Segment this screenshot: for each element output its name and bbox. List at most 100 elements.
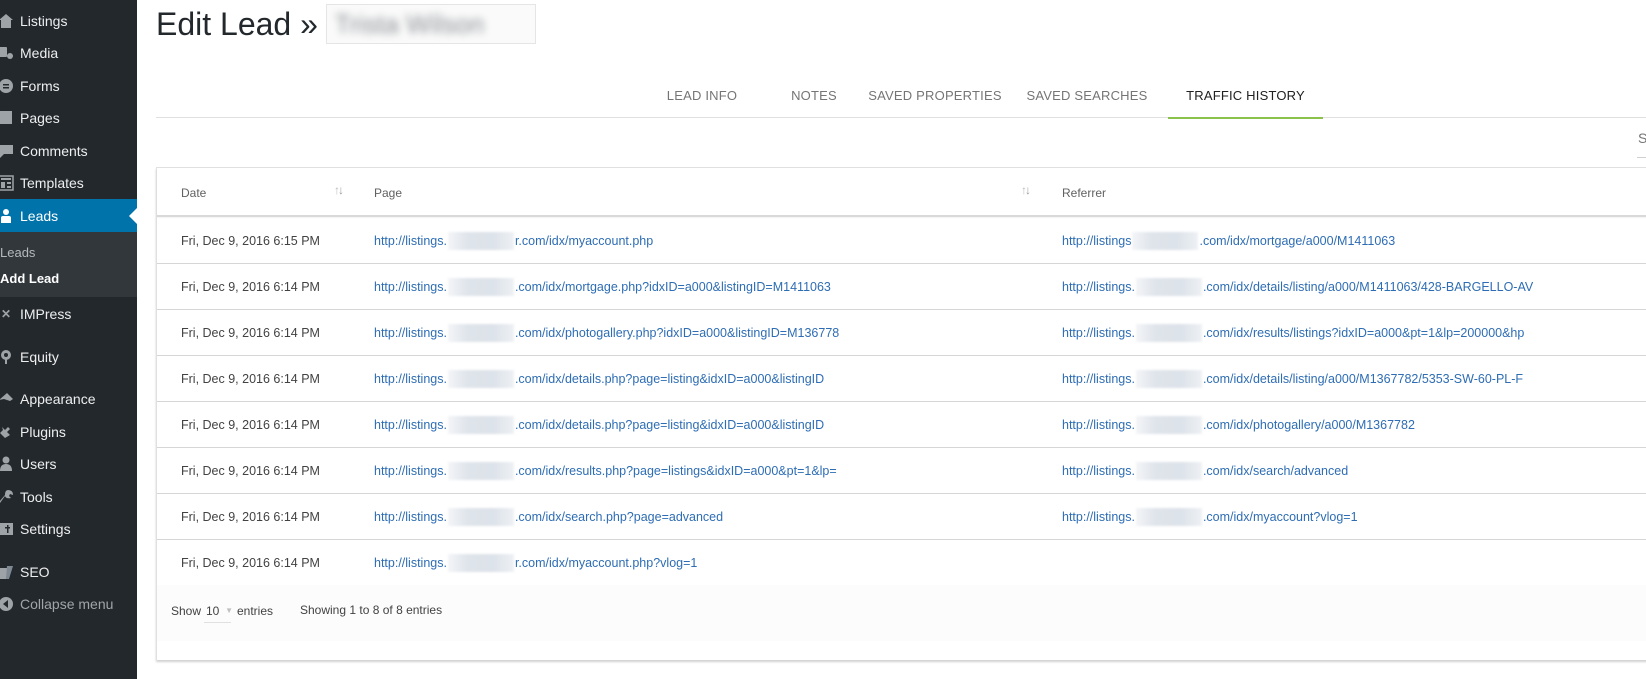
sidebar-item-templates[interactable]: Templates: [0, 166, 137, 200]
redacted-domain: [447, 231, 514, 250]
submenu-item-add-lead[interactable]: Add Lead: [0, 271, 59, 286]
plugins-icon: [0, 422, 16, 442]
sidebar-item-plugins[interactable]: Plugins: [0, 415, 137, 449]
url-prefix: http://listings.: [1062, 279, 1135, 294]
redacted-domain: [447, 323, 514, 342]
sidebar-item-leads[interactable]: Leads: [0, 199, 137, 233]
page-link[interactable]: http://listings. .com/idx/photogallery.ph…: [374, 323, 840, 342]
column-header-page[interactable]: Page: [374, 168, 1024, 217]
sidebar-item-label: Templates: [20, 175, 84, 191]
main-content: Edit Lead » Trista Wilson LEAD INFO NOTE…: [137, 0, 1646, 679]
redacted-domain: [447, 461, 514, 480]
date-cell: Fri, Dec 9, 2016 6:14 PM: [181, 448, 320, 493]
redacted-domain: [1135, 369, 1202, 388]
page-cell: http://listings. .com/idx/results.php?pag…: [374, 448, 837, 493]
sidebar-item-label: Appearance: [20, 391, 96, 407]
tab-saved-properties[interactable]: SAVED PROPERTIES: [856, 72, 1014, 118]
sidebar-item-tools[interactable]: Tools: [0, 480, 137, 514]
page-link[interactable]: http://listings. .com/idx/mortgage.php?id…: [374, 277, 831, 296]
page-cell: http://listings. .com/idx/details.php?pag…: [374, 402, 824, 447]
tab-traffic-history[interactable]: TRAFFIC HISTORY: [1168, 72, 1323, 119]
forms-icon: [0, 76, 16, 96]
sidebar-item-media[interactable]: Media: [0, 36, 137, 70]
sidebar-item-seo[interactable]: SEO: [0, 555, 137, 589]
sort-icon[interactable]: ↑↓: [334, 183, 344, 197]
referrer-link[interactable]: http://listings. .com/idx/details/listing…: [1062, 369, 1523, 388]
page-cell: http://listings. r.com/idx/myaccount.php: [374, 218, 653, 263]
page-link[interactable]: http://listings. .com/idx/search.php?page…: [374, 507, 723, 526]
referrer-link[interactable]: http://listings. .com/idx/search/advanced: [1062, 461, 1349, 480]
table-row: Fri, Dec 9, 2016 6:14 PM http://listings…: [157, 494, 1646, 540]
page-title-text: Edit Lead »: [156, 5, 318, 42]
page-link[interactable]: http://listings. .com/idx/results.php?pag…: [374, 461, 837, 480]
sidebar-item-pages[interactable]: Pages: [0, 101, 137, 135]
sidebar-item-comments[interactable]: Comments: [0, 134, 137, 168]
referrer-cell: http://listings. .com/idx/details/listing…: [1062, 356, 1523, 401]
table-row: Fri, Dec 9, 2016 6:15 PM http://listings…: [157, 218, 1646, 264]
sidebar-item-forms[interactable]: Forms: [0, 69, 137, 103]
date-cell: Fri, Dec 9, 2016 6:14 PM: [181, 402, 320, 447]
date-text: Fri, Dec 9, 2016 6:14 PM: [181, 509, 320, 524]
sort-icon[interactable]: ↑↓: [1021, 183, 1031, 197]
collapse-icon: [0, 594, 16, 614]
url-suffix: .com/idx/search/advanced: [1202, 463, 1349, 478]
column-header-referrer[interactable]: Referrer: [1062, 168, 1562, 217]
sidebar-item-users[interactable]: Users: [0, 447, 137, 481]
tab-lead-info[interactable]: LEAD INFO: [646, 72, 758, 118]
page-length-select[interactable]: 10 ▼: [204, 601, 233, 623]
users-icon: [0, 454, 16, 474]
sidebar-item-appearance[interactable]: Appearance: [0, 382, 137, 416]
date-text: Fri, Dec 9, 2016 6:14 PM: [181, 555, 320, 570]
lead-name-redacted: Trista Wilson: [325, 4, 536, 44]
url-prefix: http://listings.: [374, 463, 447, 478]
url-suffix: .com/idx/details.php?page=listing&idxID=…: [514, 371, 825, 386]
page-link[interactable]: http://listings. r.com/idx/myaccount.php: [374, 231, 654, 250]
sidebar-item-equity[interactable]: Equity: [0, 340, 137, 374]
referrer-link[interactable]: http://listings .com/idx/mortgage/a000/M1…: [1062, 231, 1395, 250]
date-text: Fri, Dec 9, 2016 6:14 PM: [181, 279, 320, 294]
page-length-value: 10: [206, 604, 220, 618]
page-cell: http://listings. .com/idx/search.php?page…: [374, 494, 723, 539]
home-icon: [0, 11, 16, 31]
referrer-link[interactable]: http://listings. .com/idx/photogallery/a0…: [1062, 415, 1415, 434]
page-cell: http://listings. .com/idx/mortgage.php?id…: [374, 264, 831, 309]
table-row: Fri, Dec 9, 2016 6:14 PM http://listings…: [157, 402, 1646, 448]
date-text: Fri, Dec 9, 2016 6:14 PM: [181, 417, 320, 432]
lead-tabs: LEAD INFO NOTES SAVED PROPERTIES SAVED S…: [156, 72, 1646, 119]
url-suffix: .com/idx/myaccount?vlog=1: [1202, 509, 1358, 524]
table-footer: Show 10 ▼ entries Showing 1 to 8 of 8 en…: [157, 585, 1646, 641]
sidebar-item-label: Users: [20, 456, 57, 472]
page-link[interactable]: http://listings. .com/idx/details.php?pag…: [374, 415, 824, 434]
tab-saved-searches[interactable]: SAVED SEARCHES: [1012, 72, 1162, 118]
url-suffix: .com/idx/details/listing/a000/M1411063/4…: [1202, 279, 1534, 294]
page-link[interactable]: http://listings. .com/idx/details.php?pag…: [374, 369, 825, 388]
url-suffix: .com/idx/mortgage.php?idxID=a000&listing…: [514, 279, 831, 294]
url-suffix: r.com/idx/myaccount.php: [514, 233, 654, 248]
sidebar-item-label: Listings: [20, 13, 68, 29]
referrer-link[interactable]: http://listings. .com/idx/myaccount?vlog=…: [1062, 507, 1358, 526]
collapse-menu-button[interactable]: Collapse menu: [0, 587, 137, 621]
page-title: Edit Lead » Trista Wilson: [156, 4, 536, 44]
tab-notes[interactable]: NOTES: [769, 72, 859, 118]
sidebar-item-listings[interactable]: Listings: [0, 4, 137, 38]
page-cell: http://listings. r.com/idx/myaccount.php?…: [374, 540, 697, 585]
page-link[interactable]: http://listings. r.com/idx/myaccount.php?…: [374, 553, 697, 572]
table-row: Fri, Dec 9, 2016 6:14 PM http://listings…: [157, 264, 1646, 310]
referrer-cell: http://listings. .com/idx/photogallery/a0…: [1062, 402, 1415, 447]
search-input[interactable]: Se: [1637, 120, 1646, 158]
submenu-item-leads[interactable]: Leads: [0, 245, 35, 260]
search-label: Se: [1638, 130, 1646, 146]
sidebar-item-impress[interactable]: ✕ IMPress: [0, 297, 137, 331]
url-prefix: http://listings.: [374, 417, 447, 432]
redacted-domain: [1132, 231, 1199, 250]
referrer-link[interactable]: http://listings. .com/idx/results/listing…: [1062, 323, 1524, 342]
redacted-domain: [447, 507, 514, 526]
url-suffix: .com/idx/photogallery.php?idxID=a000&lis…: [514, 325, 840, 340]
url-prefix: http://listings.: [374, 325, 447, 340]
sidebar-item-label: Equity: [20, 349, 59, 365]
sidebar-item-settings[interactable]: Settings: [0, 512, 137, 546]
url-prefix: http://listings.: [1062, 371, 1135, 386]
sidebar-item-label: Plugins: [20, 424, 66, 440]
column-header-date[interactable]: Date: [181, 168, 371, 217]
referrer-link[interactable]: http://listings. .com/idx/details/listing…: [1062, 277, 1534, 296]
